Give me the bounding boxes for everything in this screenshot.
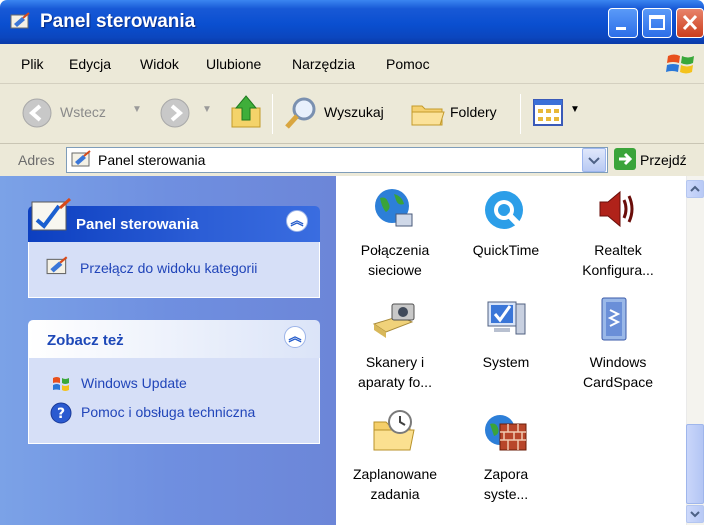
item-label: Realtek xyxy=(594,242,642,258)
item-label: Konfigura... xyxy=(582,262,654,278)
search-icon[interactable] xyxy=(284,96,318,130)
switch-category-view-link[interactable]: Przełącz do widoku kategorii xyxy=(80,260,257,276)
network-globe-icon[interactable] xyxy=(372,186,416,232)
chevron-up-icon: ︽ xyxy=(290,213,304,228)
address-label: Adres xyxy=(18,152,55,168)
minimize-icon xyxy=(616,27,626,30)
collapse-button[interactable]: ︽ xyxy=(284,326,306,348)
control-panel-icon xyxy=(31,197,72,231)
folders-button[interactable]: Foldery xyxy=(450,104,497,120)
chevron-down-icon xyxy=(588,157,600,165)
folders-icon[interactable] xyxy=(410,98,446,128)
item-label: Skanery i xyxy=(365,354,425,370)
menu-view[interactable]: Widok xyxy=(140,56,179,72)
go-arrow-icon[interactable] xyxy=(614,148,636,170)
search-button[interactable]: Wyszukaj xyxy=(324,104,384,120)
firewall-globe-icon[interactable] xyxy=(482,408,530,456)
toolbar-separator xyxy=(520,94,521,134)
forward-dropdown-icon[interactable]: ▼ xyxy=(202,104,212,115)
collapse-button[interactable]: ︽ xyxy=(286,210,308,232)
see-also-title: Zobacz też xyxy=(47,332,124,349)
control-panel-icon xyxy=(71,150,91,167)
maximize-icon xyxy=(649,15,665,30)
control-panel-icon xyxy=(46,256,68,275)
item-label: System xyxy=(482,354,530,370)
item-quicktime[interactable]: QuickTime xyxy=(450,240,562,260)
item-windows-firewall[interactable]: Zapora syste... xyxy=(450,464,562,504)
views-icon[interactable] xyxy=(532,98,566,128)
item-label: Zaplanowane xyxy=(352,466,438,482)
speaker-icon[interactable] xyxy=(594,186,638,232)
item-scanners-cameras[interactable]: Skanery i aparaty fo... xyxy=(339,352,451,392)
control-panel-icon xyxy=(10,12,30,29)
scroll-down-button[interactable] xyxy=(686,505,704,523)
menu-favorites[interactable]: Ulubione xyxy=(206,56,261,72)
back-arrow-icon[interactable] xyxy=(22,98,52,128)
menu-file[interactable]: Plik xyxy=(21,56,44,72)
item-realtek[interactable]: Realtek Konfigura... xyxy=(562,240,674,280)
item-windows-cardspace[interactable]: Windows CardSpace xyxy=(562,352,674,392)
scroll-up-button[interactable] xyxy=(686,180,704,198)
scheduled-folder-icon[interactable] xyxy=(370,408,418,456)
close-button[interactable] xyxy=(676,8,704,38)
scanner-camera-icon[interactable] xyxy=(370,298,418,344)
minimize-button[interactable] xyxy=(608,8,638,38)
item-label: zadania xyxy=(370,486,420,502)
item-system[interactable]: System xyxy=(450,352,562,372)
svg-text:?: ? xyxy=(57,406,65,422)
item-network-connections[interactable]: Połączenia sieciowe xyxy=(339,240,451,280)
item-label: CardSpace xyxy=(582,374,654,390)
menu-help[interactable]: Pomoc xyxy=(386,56,430,72)
help-icon: ? xyxy=(50,402,72,424)
toolbar-separator xyxy=(272,94,273,134)
toolbar: Wstecz ▼ ▼ Wyszukaj Foldery ▼ xyxy=(0,84,704,144)
address-value: Panel sterowania xyxy=(98,152,206,168)
address-dropdown-button[interactable] xyxy=(582,148,606,172)
windows-logo-icon xyxy=(666,54,694,74)
see-also-body xyxy=(28,358,320,444)
item-label: sieciowe xyxy=(368,262,422,278)
title-bar: Panel sterowania xyxy=(0,0,704,44)
cardspace-icon[interactable] xyxy=(598,296,634,344)
up-folder-icon[interactable] xyxy=(230,94,264,130)
window-title: Panel sterowania xyxy=(40,11,196,32)
help-support-link[interactable]: Pomoc i obsługa techniczna xyxy=(81,404,255,420)
item-label: aparaty fo... xyxy=(358,374,432,390)
chevron-up-icon xyxy=(690,185,700,192)
menu-bar: Plik Edycja Widok Ulubione Narzędzia Pom… xyxy=(0,44,704,84)
windows-update-icon xyxy=(53,377,69,391)
item-scheduled-tasks[interactable]: Zaplanowane zadania xyxy=(339,464,451,504)
item-label: syste... xyxy=(483,486,529,502)
chevron-up-icon: ︽ xyxy=(288,329,302,344)
menu-tools[interactable]: Narzędzia xyxy=(292,56,355,72)
forward-arrow-icon[interactable] xyxy=(160,98,190,128)
maximize-button[interactable] xyxy=(642,8,672,38)
back-dropdown-icon[interactable]: ▼ xyxy=(132,104,142,115)
go-button[interactable]: Przejdź xyxy=(640,152,687,168)
item-label: Windows xyxy=(589,354,647,370)
control-panel-task-title: Panel sterowania xyxy=(76,216,199,233)
quicktime-icon[interactable] xyxy=(482,188,526,232)
views-dropdown-icon[interactable]: ▼ xyxy=(570,104,580,115)
chevron-down-icon xyxy=(690,511,700,518)
item-label: Zapora xyxy=(483,466,529,482)
scroll-thumb[interactable] xyxy=(686,424,704,504)
item-label: QuickTime xyxy=(472,242,540,258)
monitor-check-icon[interactable] xyxy=(484,296,528,344)
menu-edit[interactable]: Edycja xyxy=(69,56,111,72)
close-icon xyxy=(682,14,698,31)
back-button[interactable]: Wstecz xyxy=(60,104,106,120)
item-label: Połączenia xyxy=(360,242,430,258)
windows-update-link[interactable]: Windows Update xyxy=(81,375,187,391)
